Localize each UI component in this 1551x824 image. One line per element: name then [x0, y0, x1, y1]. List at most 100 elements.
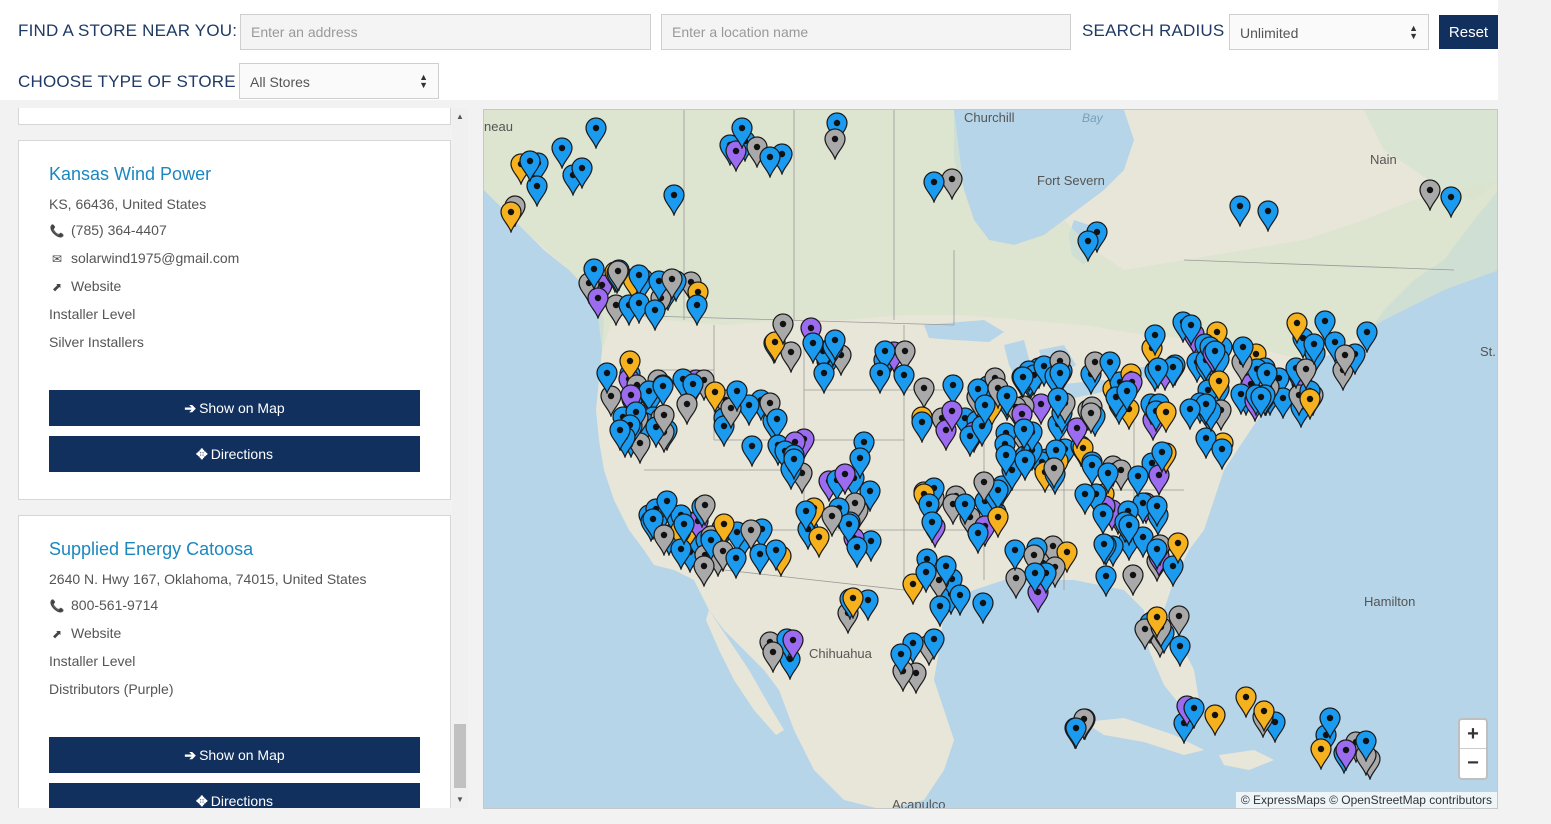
map-marker-icon[interactable] — [1204, 704, 1226, 736]
map-marker-icon[interactable] — [1127, 465, 1149, 497]
map-marker-icon[interactable] — [571, 157, 593, 189]
map-marker-icon[interactable] — [1319, 707, 1341, 739]
map-marker-icon[interactable] — [1155, 401, 1177, 433]
map-marker-icon[interactable] — [1095, 565, 1117, 597]
store-phone[interactable]: (785) 364-4407 — [71, 222, 167, 238]
map-marker-icon[interactable] — [1250, 386, 1272, 418]
reset-button[interactable]: Reset — [1439, 15, 1498, 49]
map-marker-icon[interactable] — [661, 268, 683, 300]
map-marker-icon[interactable] — [802, 332, 824, 364]
map-marker-icon[interactable] — [609, 419, 631, 451]
map-marker-icon[interactable] — [686, 294, 708, 326]
map-marker-icon[interactable] — [869, 362, 891, 394]
directions-button[interactable]: ✥ Directions — [49, 783, 420, 808]
map-marker-icon[interactable] — [741, 435, 763, 467]
map-marker-icon[interactable] — [935, 555, 957, 587]
scrollbar-thumb[interactable] — [454, 724, 466, 788]
map-marker-icon[interactable] — [607, 260, 629, 292]
map-marker-icon[interactable] — [644, 299, 666, 331]
map-marker-icon[interactable] — [890, 643, 912, 675]
map-marker-icon[interactable] — [1151, 441, 1173, 473]
address-input[interactable] — [240, 14, 651, 50]
map-marker-icon[interactable] — [1211, 438, 1233, 470]
map-marker-icon[interactable] — [1204, 340, 1226, 372]
map-marker-icon[interactable] — [1116, 380, 1138, 412]
store-phone[interactable]: 800-561-9714 — [71, 597, 158, 613]
map-marker-icon[interactable] — [911, 411, 933, 443]
map-marker-icon[interactable] — [1232, 336, 1254, 368]
map-marker-icon[interactable] — [663, 184, 685, 216]
map-marker-icon[interactable] — [783, 448, 805, 480]
map-marker-icon[interactable] — [656, 490, 678, 522]
map-marker-icon[interactable] — [1093, 533, 1115, 565]
map-marker-icon[interactable] — [846, 536, 868, 568]
map-marker-icon[interactable] — [913, 377, 935, 409]
map-marker-icon[interactable] — [1144, 324, 1166, 356]
map-marker-icon[interactable] — [731, 117, 753, 149]
map-marker-icon[interactable] — [923, 628, 945, 660]
map-marker-icon[interactable] — [1146, 606, 1168, 638]
map-marker-icon[interactable] — [1299, 388, 1321, 420]
map-marker-icon[interactable] — [1440, 186, 1462, 218]
map-marker-icon[interactable] — [1065, 717, 1087, 749]
map-marker-icon[interactable] — [587, 287, 609, 319]
map-marker-icon[interactable] — [824, 128, 846, 160]
map-marker-icon[interactable] — [1167, 532, 1189, 564]
map-marker-icon[interactable] — [782, 629, 804, 661]
store-website-link[interactable]: Website — [71, 625, 121, 641]
map-marker-icon[interactable] — [1146, 538, 1168, 570]
map-marker-icon[interactable] — [1147, 357, 1169, 389]
map-marker-icon[interactable] — [967, 522, 989, 554]
map-marker-icon[interactable] — [1179, 398, 1201, 430]
map-marker-icon[interactable] — [596, 362, 618, 394]
map-marker-icon[interactable] — [929, 595, 951, 627]
map-marker-icon[interactable] — [974, 394, 996, 426]
store-name[interactable]: Supplied Energy Catoosa — [49, 539, 253, 560]
map-marker-icon[interactable] — [585, 117, 607, 149]
map-marker-icon[interactable] — [923, 171, 945, 203]
directions-button[interactable]: ✥ Directions — [49, 436, 420, 472]
store-type-select[interactable]: All Stores ▲ ▼ — [239, 63, 439, 99]
map-marker-icon[interactable] — [726, 380, 748, 412]
zoom-out-button[interactable]: − — [1460, 749, 1486, 778]
map-marker-icon[interactable] — [1355, 730, 1377, 762]
map-marker-icon[interactable] — [1118, 514, 1140, 546]
map-marker-icon[interactable] — [583, 258, 605, 290]
map-marker-icon[interactable] — [1334, 344, 1356, 376]
store-email[interactable]: solarwind1975@gmail.com — [71, 250, 239, 266]
scroll-up-icon[interactable]: ▲ — [452, 112, 468, 121]
map-marker-icon[interactable] — [921, 511, 943, 543]
map-marker-icon[interactable] — [1092, 503, 1114, 535]
map-marker-icon[interactable] — [893, 364, 915, 396]
sidebar-scrollbar[interactable]: ▲ ▼ — [452, 108, 468, 808]
map-marker-icon[interactable] — [1043, 457, 1065, 489]
map-marker-icon[interactable] — [1257, 200, 1279, 232]
map-marker-icon[interactable] — [1080, 402, 1102, 434]
map-marker-icon[interactable] — [759, 146, 781, 178]
map-marker-icon[interactable] — [1077, 230, 1099, 262]
map-marker-icon[interactable] — [973, 471, 995, 503]
map-marker-icon[interactable] — [1024, 562, 1046, 594]
map-marker-icon[interactable] — [1047, 387, 1069, 419]
map-marker-icon[interactable] — [519, 150, 541, 182]
map-marker-icon[interactable] — [500, 201, 522, 233]
map-marker-icon[interactable] — [987, 506, 1009, 538]
map-marker-icon[interactable] — [1229, 195, 1251, 227]
map-marker-icon[interactable] — [1012, 366, 1034, 398]
map-marker-icon[interactable] — [915, 561, 937, 593]
map-marker-icon[interactable] — [824, 329, 846, 361]
map-marker-icon[interactable] — [1014, 449, 1036, 481]
show-on-map-button[interactable]: ➔ Show on Map — [49, 737, 420, 773]
map-marker-icon[interactable] — [1303, 333, 1325, 365]
map-marker-icon[interactable] — [1356, 321, 1378, 353]
map-marker-icon[interactable] — [1419, 179, 1441, 211]
map-marker-icon[interactable] — [676, 393, 698, 425]
map-marker-icon[interactable] — [652, 375, 674, 407]
map-marker-icon[interactable] — [834, 463, 856, 495]
map-marker-icon[interactable] — [972, 592, 994, 624]
map-marker-icon[interactable] — [1099, 351, 1121, 383]
map-marker-icon[interactable] — [949, 584, 971, 616]
map-marker-icon[interactable] — [1310, 738, 1332, 770]
map-marker-icon[interactable] — [1146, 495, 1168, 527]
map-marker-icon[interactable] — [941, 400, 963, 432]
